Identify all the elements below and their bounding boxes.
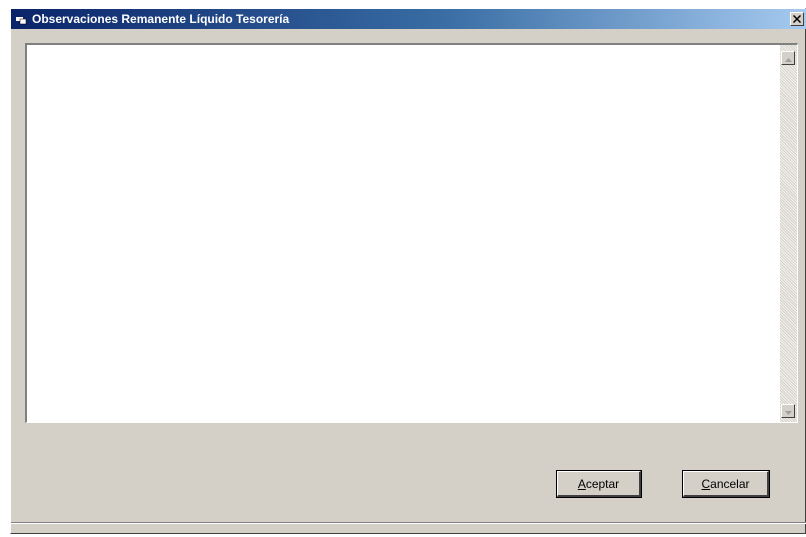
arrow-down-icon bbox=[784, 402, 792, 420]
observations-textarea[interactable] bbox=[25, 43, 798, 423]
window-title: Observaciones Remanente Líquido Tesorerí… bbox=[32, 12, 290, 26]
title-bar[interactable]: Observaciones Remanente Líquido Tesorerí… bbox=[11, 9, 806, 29]
observations-text[interactable] bbox=[27, 45, 780, 422]
accept-accelerator: A bbox=[577, 476, 586, 491]
dialog-window: Observaciones Remanente Líquido Tesorerí… bbox=[10, 8, 806, 534]
cancel-button[interactable]: Cancelar bbox=[682, 470, 770, 498]
status-divider bbox=[11, 522, 806, 524]
window-app-icon bbox=[14, 12, 28, 26]
accept-label-rest: ceptar bbox=[585, 476, 620, 491]
close-icon bbox=[792, 10, 802, 28]
scroll-up-button[interactable] bbox=[781, 51, 795, 65]
arrow-up-icon bbox=[784, 49, 792, 67]
accept-button[interactable]: Aceptar bbox=[556, 470, 642, 498]
close-button[interactable] bbox=[790, 12, 804, 26]
cancel-label-rest: ancelar bbox=[710, 476, 750, 491]
vertical-scrollbar[interactable] bbox=[780, 45, 797, 422]
scroll-down-button[interactable] bbox=[781, 404, 795, 418]
cancel-accelerator: C bbox=[701, 476, 711, 491]
